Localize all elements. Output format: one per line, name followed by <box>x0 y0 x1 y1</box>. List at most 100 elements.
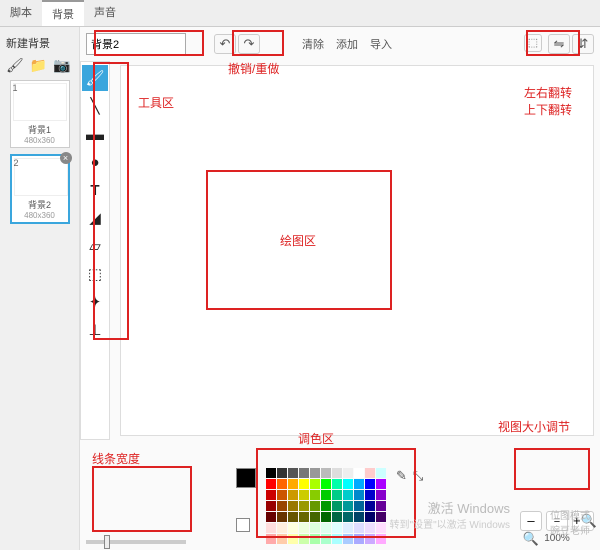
circle-tool-icon[interactable]: ● <box>82 149 108 175</box>
thumbnail-1[interactable]: 1 背景1 480x360 <box>10 80 70 148</box>
color-swatch[interactable] <box>332 490 342 500</box>
tab-backgrounds[interactable]: 背景 <box>42 0 84 26</box>
color-swatch[interactable] <box>354 468 364 478</box>
color-swatch[interactable] <box>332 512 342 522</box>
rect-tool-icon[interactable]: ▬ <box>82 121 108 147</box>
color-swatch[interactable] <box>365 468 375 478</box>
color-swatch[interactable] <box>266 468 276 478</box>
color-swatch[interactable] <box>343 490 353 500</box>
color-swatch[interactable] <box>299 490 309 500</box>
redo-button[interactable]: ↷ <box>238 34 260 54</box>
color-swatch[interactable] <box>299 479 309 489</box>
picker-icon[interactable]: ⤡ <box>413 468 423 484</box>
color-swatch[interactable] <box>310 490 320 500</box>
color-swatch[interactable] <box>299 501 309 511</box>
color-swatch[interactable] <box>277 534 287 544</box>
line-width-slider[interactable] <box>86 540 186 544</box>
color-swatch[interactable] <box>266 523 276 533</box>
color-swatch[interactable] <box>299 512 309 522</box>
background-color[interactable] <box>236 518 250 532</box>
paint-new-icon[interactable]: 🖌 <box>6 57 24 74</box>
color-swatch[interactable] <box>365 479 375 489</box>
color-swatch[interactable] <box>288 523 298 533</box>
color-swatch[interactable] <box>266 490 276 500</box>
color-swatch[interactable] <box>332 479 342 489</box>
color-swatch[interactable] <box>266 512 276 522</box>
color-swatch[interactable] <box>332 534 342 544</box>
color-swatch[interactable] <box>343 534 353 544</box>
drawing-canvas[interactable] <box>120 65 594 436</box>
brush-tool-icon[interactable]: 🖌 <box>82 65 108 91</box>
color-swatch[interactable] <box>288 479 298 489</box>
color-swatch[interactable] <box>376 501 386 511</box>
color-swatch[interactable] <box>365 523 375 533</box>
color-swatch[interactable] <box>376 479 386 489</box>
line-tool-icon[interactable]: ╲ <box>82 93 108 119</box>
color-swatch[interactable] <box>365 501 375 511</box>
color-swatch[interactable] <box>354 523 364 533</box>
color-swatch[interactable] <box>299 534 309 544</box>
color-swatch[interactable] <box>376 512 386 522</box>
color-swatch[interactable] <box>277 468 287 478</box>
color-swatch[interactable] <box>321 523 331 533</box>
color-swatch[interactable] <box>321 468 331 478</box>
magic-tool-icon[interactable]: ✦ <box>82 289 108 315</box>
color-swatch[interactable] <box>343 468 353 478</box>
thumbnail-2[interactable]: 2 × 背景2 480x360 <box>10 154 70 224</box>
color-swatch[interactable] <box>277 479 287 489</box>
add-button[interactable]: 添加 <box>336 36 358 52</box>
color-swatch[interactable] <box>277 523 287 533</box>
color-swatch[interactable] <box>277 490 287 500</box>
color-swatch[interactable] <box>354 512 364 522</box>
color-swatch[interactable] <box>288 534 298 544</box>
color-swatch[interactable] <box>288 512 298 522</box>
text-tool-icon[interactable]: T <box>82 177 108 203</box>
color-swatch[interactable] <box>310 512 320 522</box>
color-swatch[interactable] <box>310 501 320 511</box>
color-swatch[interactable] <box>288 490 298 500</box>
camera-icon[interactable]: 📷 <box>53 57 70 74</box>
clear-button[interactable]: 清除 <box>302 36 324 52</box>
color-swatch[interactable] <box>376 490 386 500</box>
color-swatch[interactable] <box>343 523 353 533</box>
color-swatch[interactable] <box>266 534 276 544</box>
color-swatch[interactable] <box>365 512 375 522</box>
color-swatch[interactable] <box>277 512 287 522</box>
color-swatch[interactable] <box>310 523 320 533</box>
foreground-color[interactable] <box>236 468 256 488</box>
color-swatch[interactable] <box>365 490 375 500</box>
color-palette[interactable] <box>266 468 386 544</box>
tab-sounds[interactable]: 声音 <box>84 0 126 26</box>
flip-horizontal-button[interactable]: ⇋ <box>548 34 570 54</box>
color-swatch[interactable] <box>299 523 309 533</box>
color-swatch[interactable] <box>310 479 320 489</box>
color-swatch[interactable] <box>365 534 375 544</box>
color-swatch[interactable] <box>321 534 331 544</box>
color-swatch[interactable] <box>321 512 331 522</box>
color-swatch[interactable] <box>376 534 386 544</box>
color-swatch[interactable] <box>354 534 364 544</box>
color-swatch[interactable] <box>321 479 331 489</box>
zoom-out-button[interactable]: –🔍 <box>520 511 542 531</box>
color-swatch[interactable] <box>310 534 320 544</box>
mode-toggle[interactable]: ⬚ <box>524 34 542 52</box>
color-swatch[interactable] <box>266 501 276 511</box>
stamp-tool-icon[interactable]: ⊥ <box>82 317 108 343</box>
flip-vertical-button[interactable]: ⇵ <box>572 34 594 54</box>
color-swatch[interactable] <box>266 479 276 489</box>
upload-icon[interactable]: 📁 <box>30 57 47 74</box>
import-button[interactable]: 导入 <box>370 36 392 52</box>
color-swatch[interactable] <box>321 490 331 500</box>
color-swatch[interactable] <box>332 468 342 478</box>
color-swatch[interactable] <box>376 468 386 478</box>
color-swatch[interactable] <box>343 479 353 489</box>
costume-name-input[interactable] <box>86 33 186 55</box>
close-icon[interactable]: × <box>60 152 72 164</box>
color-swatch[interactable] <box>332 523 342 533</box>
color-swatch[interactable] <box>332 501 342 511</box>
color-swatch[interactable] <box>343 512 353 522</box>
color-swatch[interactable] <box>277 501 287 511</box>
color-swatch[interactable] <box>288 468 298 478</box>
color-swatch[interactable] <box>310 468 320 478</box>
color-swatch[interactable] <box>321 501 331 511</box>
